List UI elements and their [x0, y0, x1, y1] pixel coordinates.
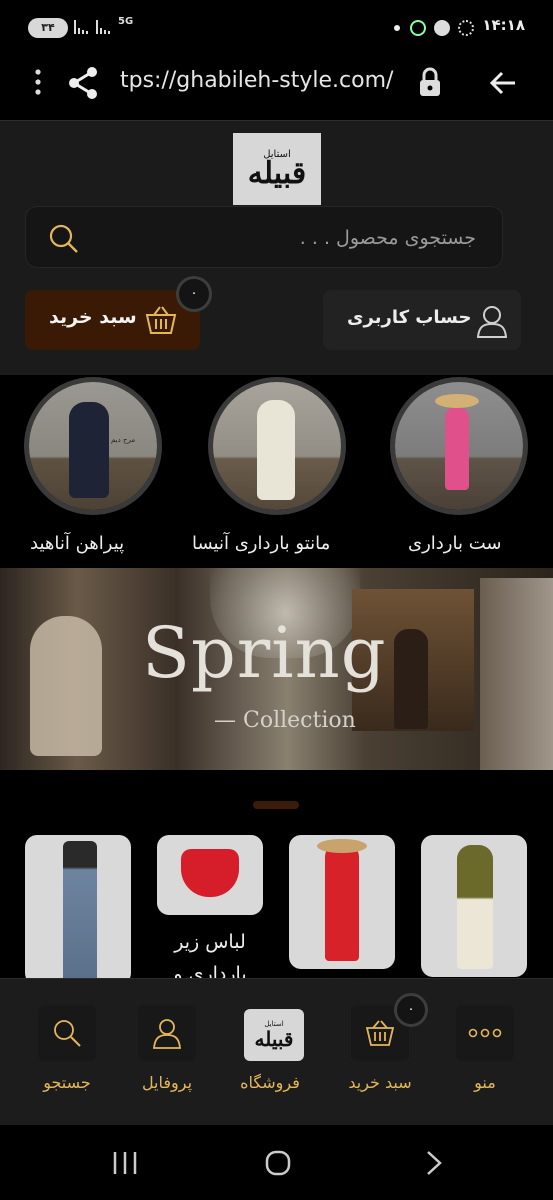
nav-label: سبد خرید	[348, 1073, 412, 1092]
hat-shape	[435, 394, 479, 408]
category-label[interactable]: پیراهن آناهید	[30, 533, 124, 554]
cart-count-badge: ۰	[176, 276, 212, 312]
basket-icon	[145, 304, 177, 336]
site-logo[interactable]: استایل قبیله	[233, 133, 321, 205]
category-item[interactable]	[390, 377, 528, 515]
more-menu-icon[interactable]	[30, 68, 46, 98]
person-figure	[257, 400, 295, 500]
shield-icon	[434, 20, 450, 36]
search-icon	[38, 1005, 96, 1061]
status-bar: ۳۴ 5G ۱۴:۱۸	[0, 0, 553, 46]
category-label[interactable]: ست بارداری	[408, 533, 501, 554]
product-image	[63, 841, 97, 980]
nav-search[interactable]: جستجو	[12, 979, 122, 1119]
search-bar	[25, 206, 503, 269]
product-card[interactable]	[421, 835, 527, 977]
category-photo	[395, 382, 523, 510]
back-icon[interactable]	[424, 1149, 444, 1177]
back-arrow-icon[interactable]	[488, 68, 518, 98]
search-input[interactable]	[94, 207, 478, 269]
recent-apps-icon[interactable]	[110, 1149, 140, 1177]
bottom-navigation: منو ۰ سبد خرید استایل قبیله فروشگاه پروف…	[0, 978, 553, 1125]
promo-banner[interactable]: Spring — Collection	[0, 568, 553, 770]
product-card[interactable]	[157, 835, 263, 915]
product-card[interactable]	[289, 835, 395, 969]
category-photo: مرح دیم	[29, 382, 157, 510]
person-figure	[445, 406, 469, 490]
sync-icon	[458, 20, 474, 36]
banner-inset-figure	[394, 629, 428, 729]
logo-title: قبیله	[247, 156, 307, 191]
product-card[interactable]	[25, 835, 131, 980]
banner-title: Spring	[142, 612, 387, 694]
category-label[interactable]: مانتو بارداری آنیسا	[192, 533, 330, 554]
nav-cart-badge: ۰	[394, 993, 428, 1027]
carousel-indicator[interactable]	[253, 801, 299, 809]
category-item[interactable]	[208, 377, 346, 515]
product-list: لباس زیر بارداری و	[0, 830, 553, 980]
nav-menu[interactable]: منو	[430, 979, 540, 1119]
product-title[interactable]: لباس زیر بارداری و	[157, 926, 263, 980]
account-button[interactable]: حساب کاربری	[323, 290, 521, 350]
logo-icon: استایل قبیله	[244, 1009, 304, 1061]
category-item[interactable]: مرح دیم	[24, 377, 162, 515]
app-icon	[410, 20, 426, 36]
category-carousel: مرح دیم ست بارداری مانتو بارداری آنیسا پ…	[0, 375, 553, 565]
cart-button-label: سبد خرید	[49, 306, 137, 328]
user-icon	[476, 304, 508, 338]
nav-label: منو	[474, 1073, 496, 1092]
product-image	[325, 843, 359, 961]
network-type: 5G	[118, 16, 134, 27]
home-icon[interactable]	[264, 1149, 292, 1177]
share-icon[interactable]	[66, 66, 100, 100]
nav-label: جستجو	[43, 1073, 91, 1092]
url-text[interactable]: tps://ghabileh-style.com/	[120, 68, 393, 93]
product-image	[181, 849, 239, 897]
search-icon[interactable]	[48, 223, 80, 255]
account-button-label: حساب کاربری	[347, 307, 472, 328]
site-header: استایل قبیله سبد خرید ۰ حساب کاربری	[0, 121, 553, 375]
cart-button[interactable]: سبد خرید	[25, 290, 200, 350]
dots-icon	[456, 1005, 514, 1061]
nav-store[interactable]: استایل قبیله فروشگاه	[215, 979, 325, 1119]
signal-icon-2	[96, 20, 116, 34]
category-photo	[213, 382, 341, 510]
banner-subtitle: — Collection	[214, 708, 356, 733]
nav-label: پروفایل	[141, 1073, 193, 1092]
clock: ۱۴:۱۸	[482, 16, 525, 34]
nav-logo-main: قبیله	[254, 1027, 294, 1051]
notification-dot-icon	[394, 25, 400, 31]
user-icon	[138, 1005, 196, 1061]
battery-indicator: ۳۴	[28, 18, 68, 38]
nav-label: فروشگاه	[240, 1073, 300, 1092]
browser-toolbar: tps://ghabileh-style.com/	[0, 46, 553, 121]
nav-cart[interactable]: ۰ سبد خرید	[325, 979, 435, 1119]
category-overlay-text: مرح دیم	[111, 436, 136, 444]
system-navigation-bar	[0, 1125, 553, 1200]
nav-profile[interactable]: پروفایل	[112, 979, 222, 1119]
banner-right-figure	[480, 578, 553, 770]
banner-photo-figure	[30, 616, 102, 756]
lock-icon[interactable]	[418, 66, 442, 98]
product-hat	[317, 839, 367, 853]
person-figure	[69, 402, 109, 498]
signal-icon	[74, 20, 94, 34]
product-image	[457, 845, 493, 969]
